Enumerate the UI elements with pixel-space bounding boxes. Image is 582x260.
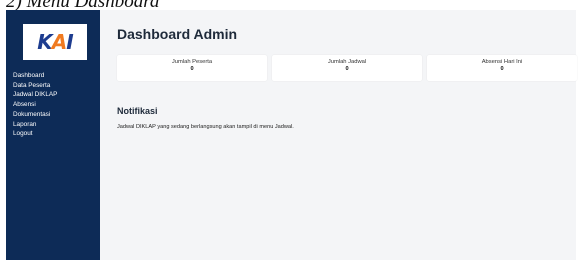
- stat-card-jumlah-jadwal: Jumlah Jadwal 0: [272, 55, 422, 81]
- stat-card-value: 0: [500, 66, 504, 72]
- stat-card-label: Jumlah Peserta: [171, 59, 213, 65]
- stat-card-absensi-hari-ini: Absensi Hari Ini 0: [427, 55, 577, 81]
- sidebar-item-data-peserta[interactable]: Data Peserta: [13, 81, 57, 91]
- sidebar-item-dokumentasi[interactable]: Dokumentasi: [13, 110, 57, 120]
- page-title: Dashboard Admin: [117, 26, 238, 42]
- figure-caption: 2) Menu Dashboard: [0, 0, 582, 10]
- stat-card-label: Jumlah Jadwal: [327, 59, 367, 65]
- kai-logo-text: KAI: [37, 30, 73, 54]
- stat-card-value: 0: [345, 66, 349, 72]
- sidebar-item-laporan[interactable]: Laporan: [13, 120, 57, 130]
- sidebar-item-logout[interactable]: Logout: [13, 129, 57, 139]
- sidebar-item-absensi[interactable]: Absensi: [13, 100, 57, 110]
- notification-title: Notifikasi: [117, 106, 158, 116]
- stat-card-value: 0: [190, 66, 194, 72]
- main-content: Dashboard Admin Jumlah Peserta 0 Jumlah …: [100, 10, 577, 260]
- notification-text: Jadwal DIKLAP yang sedang berlangsung ak…: [117, 124, 294, 130]
- stat-cards: Jumlah Peserta 0 Jumlah Jadwal 0 Absensi…: [117, 55, 577, 81]
- sidebar-item-dashboard[interactable]: Dashboard: [13, 71, 57, 81]
- sidebar: KAI Dashboard Data Peserta Jadwal DIKLAP…: [6, 10, 100, 260]
- kai-logo: KAI: [23, 24, 87, 60]
- stat-card-jumlah-peserta: Jumlah Peserta 0: [117, 55, 267, 81]
- stat-card-label: Absensi Hari Ini: [481, 59, 523, 65]
- caption-text: 2) Menu Dashboard: [6, 0, 159, 10]
- sidebar-item-jadwal-diklap[interactable]: Jadwal DIKLAP: [13, 90, 57, 100]
- sidebar-nav: Dashboard Data Peserta Jadwal DIKLAP Abs…: [13, 71, 57, 139]
